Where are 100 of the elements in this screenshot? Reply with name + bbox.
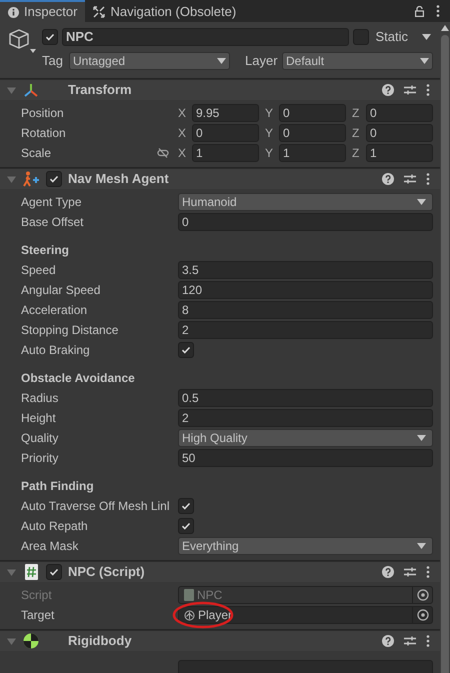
name-field[interactable]: NPC bbox=[62, 28, 350, 46]
checkbox[interactable] bbox=[178, 342, 194, 358]
property-label: Position bbox=[21, 105, 65, 122]
property-label: Auto Braking bbox=[21, 342, 91, 359]
number-field[interactable]: 1 bbox=[366, 144, 433, 162]
sphere-icon bbox=[23, 633, 39, 649]
presets-sliders-icon[interactable] bbox=[404, 635, 416, 647]
number-field[interactable]: 3.5 bbox=[178, 261, 433, 279]
dropdown-caret-icon bbox=[417, 199, 426, 205]
kebab-menu-icon[interactable] bbox=[426, 84, 430, 96]
property-label: Script bbox=[21, 587, 53, 604]
section-heading: Obstacle Avoidance bbox=[21, 370, 136, 387]
kebab-menu-icon[interactable] bbox=[426, 566, 430, 578]
property-label: Target bbox=[21, 607, 56, 624]
tab[interactable]: Inspector bbox=[0, 0, 86, 22]
property-label: Priority bbox=[21, 450, 60, 467]
number-field[interactable]: 0.5 bbox=[178, 389, 433, 407]
static-label: Static bbox=[375, 28, 408, 46]
kebab-menu-icon[interactable] bbox=[426, 635, 430, 647]
number-field[interactable]: 2 bbox=[178, 409, 433, 427]
axis-label: Y bbox=[265, 125, 274, 142]
property-label: Angular Speed bbox=[21, 282, 102, 299]
tag-dropdown[interactable]: Untagged bbox=[69, 52, 230, 70]
axis-label: X bbox=[178, 105, 188, 122]
section-heading: Path Finding bbox=[21, 478, 95, 495]
scroll-up-arrow-icon[interactable] bbox=[441, 25, 449, 31]
help-icon[interactable] bbox=[382, 84, 394, 96]
lock-icon[interactable] bbox=[415, 6, 424, 16]
kebab-menu-icon[interactable] bbox=[436, 5, 440, 17]
number-field[interactable]: 0 bbox=[279, 124, 346, 142]
component-title: Transform bbox=[68, 81, 133, 100]
property-label: Agent Type bbox=[21, 194, 82, 211]
number-field[interactable]: 0 bbox=[279, 104, 346, 122]
component-header[interactable]: NPC (Script) bbox=[0, 561, 440, 582]
axis-label: Z bbox=[352, 105, 360, 122]
dropdown-caret-icon bbox=[417, 435, 426, 441]
object-picker-icon[interactable] bbox=[416, 609, 428, 621]
property-label: Rotation bbox=[21, 125, 67, 142]
static-caret-icon bbox=[422, 34, 431, 40]
navigation-icon bbox=[93, 6, 106, 18]
number-field[interactable]: 0 bbox=[192, 124, 259, 142]
component-title: Rigidbody bbox=[68, 632, 133, 650]
dropdown-caret-icon bbox=[217, 58, 226, 64]
number-field[interactable]: 50 bbox=[178, 449, 433, 467]
number-field[interactable]: 1 bbox=[192, 144, 259, 162]
number-field[interactable]: 1 bbox=[279, 144, 346, 162]
axis-label: X bbox=[178, 145, 188, 162]
property-label: Area Mask bbox=[21, 538, 80, 555]
script-file-icon bbox=[184, 589, 194, 601]
property-label: Scale bbox=[21, 145, 52, 162]
presets-sliders-icon[interactable] bbox=[404, 84, 416, 96]
script-file-icon bbox=[24, 564, 38, 580]
property-label: Stopping Distance bbox=[21, 322, 120, 339]
info-icon bbox=[8, 6, 19, 18]
number-field[interactable]: 8 bbox=[178, 301, 433, 319]
presets-sliders-icon[interactable] bbox=[404, 566, 416, 578]
static-checkbox[interactable] bbox=[353, 29, 370, 45]
property-label: Auto Repath bbox=[21, 518, 89, 535]
property-label: Speed bbox=[21, 262, 57, 279]
property-label: Acceleration bbox=[21, 302, 88, 319]
component-header[interactable]: Rigidbody bbox=[0, 630, 440, 651]
number-field[interactable]: 9.95 bbox=[192, 104, 259, 122]
enabled-checkbox[interactable] bbox=[46, 564, 62, 580]
number-field[interactable]: 0 bbox=[366, 104, 433, 122]
component-title: NPC (Script) bbox=[68, 563, 146, 582]
number-field[interactable]: 120 bbox=[178, 281, 433, 299]
tab[interactable]: Navigation (Obsolete) bbox=[85, 0, 244, 22]
checkmark-icon bbox=[45, 32, 55, 42]
dropdown[interactable]: High Quality bbox=[178, 429, 433, 447]
number-field[interactable]: 0 bbox=[178, 213, 433, 231]
number-field[interactable]: 0 bbox=[366, 124, 433, 142]
presets-sliders-icon[interactable] bbox=[404, 173, 416, 185]
component-header[interactable]: Nav Mesh Agent bbox=[0, 168, 440, 189]
transform-icon bbox=[184, 610, 195, 620]
unlinked-icon[interactable] bbox=[157, 148, 169, 158]
component-header[interactable]: Transform bbox=[0, 79, 440, 100]
checkmark-icon bbox=[49, 174, 59, 184]
dropdown[interactable]: Everything bbox=[178, 537, 433, 555]
property-label: Radius bbox=[21, 390, 60, 407]
kebab-menu-icon[interactable] bbox=[426, 173, 430, 185]
number-field[interactable]: 2 bbox=[178, 321, 433, 339]
help-icon[interactable] bbox=[382, 173, 394, 185]
component-title: Nav Mesh Agent bbox=[68, 170, 170, 188]
help-icon[interactable] bbox=[382, 566, 394, 578]
tag-label: Tag bbox=[42, 52, 64, 70]
layer-dropdown[interactable]: Default bbox=[282, 52, 433, 70]
checkbox[interactable] bbox=[178, 518, 194, 534]
axes-icon bbox=[23, 83, 39, 97]
object-picker-icon[interactable] bbox=[416, 589, 428, 601]
help-icon[interactable] bbox=[382, 635, 394, 647]
layer-label: Layer bbox=[245, 52, 279, 70]
checkbox[interactable] bbox=[178, 498, 194, 514]
enabled-checkbox[interactable] bbox=[46, 171, 62, 187]
axis-label: Z bbox=[352, 145, 360, 162]
active-checkbox[interactable] bbox=[42, 29, 58, 45]
axis-label: Z bbox=[352, 125, 360, 142]
scrollbar-thumb[interactable] bbox=[441, 35, 449, 673]
dropdown-caret-icon bbox=[417, 543, 426, 549]
dropdown[interactable]: Humanoid bbox=[178, 193, 433, 211]
axis-label: Y bbox=[265, 105, 274, 122]
